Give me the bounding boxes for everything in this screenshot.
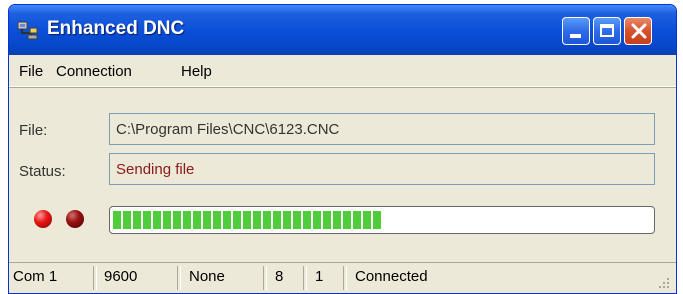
status-bar: Com 1 9600 None 8 1 Connected [9,262,676,293]
file-path-field: C:\Program Files\CNC\6123.CNC [109,113,655,145]
resize-grip-icon[interactable] [656,275,670,289]
status-divider [263,266,267,290]
menu-connection[interactable]: Connection [56,63,132,80]
status-databits: 8 [275,268,284,285]
maximize-button[interactable] [593,17,621,45]
status-parity: None [189,268,225,285]
close-icon [631,23,647,39]
transfer-progress-bar [109,206,655,234]
status-connection-state: Connected [355,268,428,285]
status-label: Status: [19,163,66,180]
close-button[interactable] [624,17,652,45]
status-stopbits: 1 [315,268,324,285]
status-baud: 9600 [104,268,138,285]
status-divider [303,266,307,290]
status-divider [343,266,347,290]
status-divider [177,266,181,290]
window-title: Enhanced DNC [47,18,185,39]
app-window: Enhanced DNC File Connection Help File: … [8,4,677,294]
minimize-icon [570,34,581,38]
status-field: Sending file [109,153,655,185]
status-divider [93,266,97,290]
maximize-icon [600,24,614,37]
led-indicator-icon [66,210,84,228]
led-indicator-icon [34,210,52,228]
title-bar[interactable]: Enhanced DNC [9,5,676,55]
progress-fill [113,211,382,229]
status-port: Com 1 [13,268,58,285]
minimize-button[interactable] [562,17,590,45]
menu-help[interactable]: Help [181,63,212,80]
plug-cable-icon [17,21,38,40]
file-label: File: [19,122,48,139]
menu-file[interactable]: File [19,63,43,80]
menu-bar: File Connection Help [9,56,676,87]
